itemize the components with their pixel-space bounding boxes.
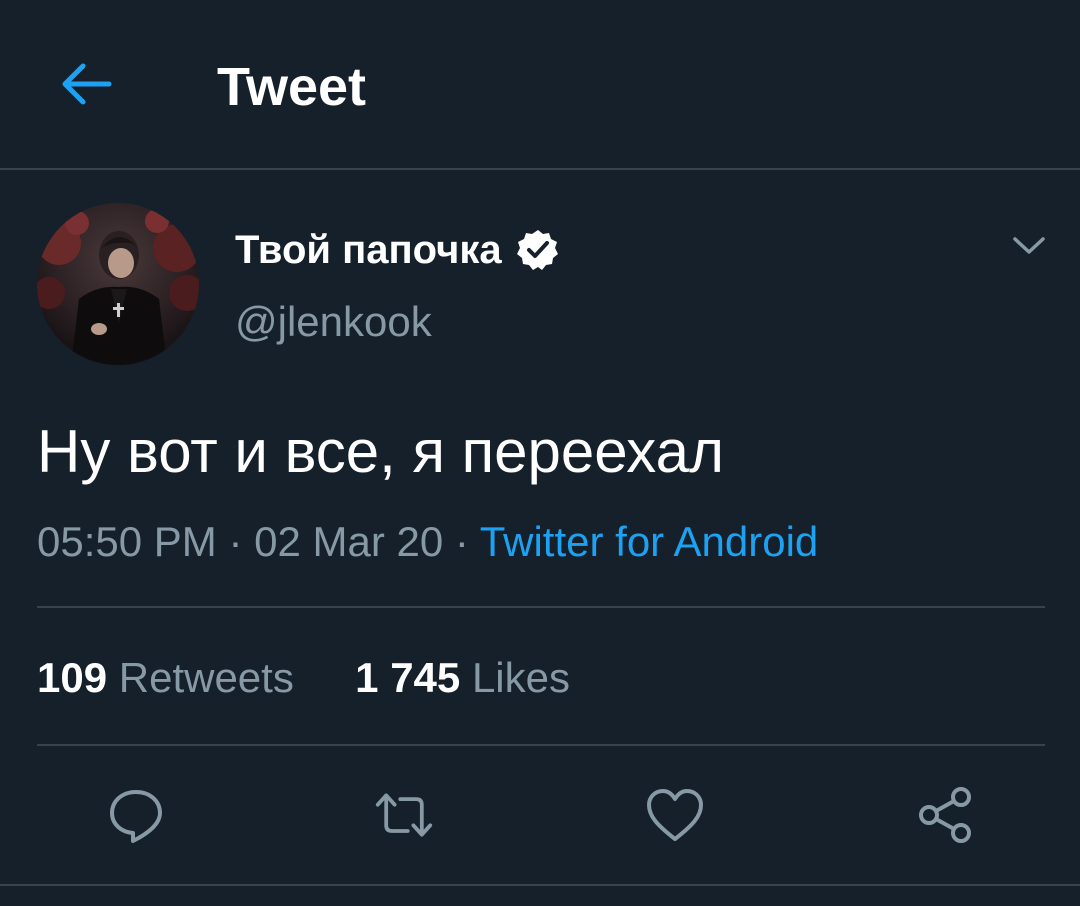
share-icon xyxy=(919,787,971,843)
more-options-button[interactable] xyxy=(1006,222,1052,268)
chevron-down-icon xyxy=(1013,237,1045,254)
heart-icon xyxy=(647,789,703,841)
tweet-text: Ну вот и все, я переехал xyxy=(37,418,725,485)
profile-photo xyxy=(37,203,199,365)
retweets-count: 109 xyxy=(37,654,108,701)
retweets-label: Retweets xyxy=(118,654,294,701)
divider xyxy=(37,744,1045,746)
reply-icon xyxy=(110,790,162,843)
bottom-divider xyxy=(0,884,1080,886)
share-button[interactable] xyxy=(916,785,976,845)
likes-count: 1 745 xyxy=(355,654,461,701)
author-handle[interactable]: @jlenkook xyxy=(235,294,432,350)
likes-label: Likes xyxy=(471,654,571,701)
divider xyxy=(37,606,1045,608)
retweets-stat[interactable]: 109 Retweets xyxy=(37,654,306,701)
page-title: Tweet xyxy=(217,57,367,117)
reply-button[interactable] xyxy=(106,785,166,845)
like-button[interactable] xyxy=(645,785,705,845)
tweet-meta: 05:50 PM · 02 Mar 20 · Twitter for Andro… xyxy=(37,512,818,572)
retweet-icon xyxy=(375,793,433,837)
tweet-time: 05:50 PM xyxy=(37,518,217,565)
avatar[interactable] xyxy=(37,203,199,365)
top-bar: Tweet xyxy=(0,0,1080,170)
back-button[interactable] xyxy=(50,52,120,116)
arrow-left-icon xyxy=(62,63,112,105)
tweet-stats: 109 Retweets 1 745 Likes xyxy=(37,650,570,706)
meta-separator: · xyxy=(454,518,480,565)
author-display-name: Твой папочка xyxy=(235,228,502,272)
verified-badge-icon xyxy=(516,228,560,272)
likes-stat[interactable]: 1 745 Likes xyxy=(355,654,570,701)
tweet-date: 02 Mar 20 xyxy=(254,518,444,565)
tweet-source-link[interactable]: Twitter for Android xyxy=(480,518,818,565)
tweet-detail-screen: Tweet Твой папочка @jlenkook Ну вот и вс… xyxy=(0,0,1080,906)
retweet-button[interactable] xyxy=(374,785,434,845)
author-name-row[interactable]: Твой папочка xyxy=(235,222,560,278)
meta-separator: · xyxy=(228,518,255,565)
